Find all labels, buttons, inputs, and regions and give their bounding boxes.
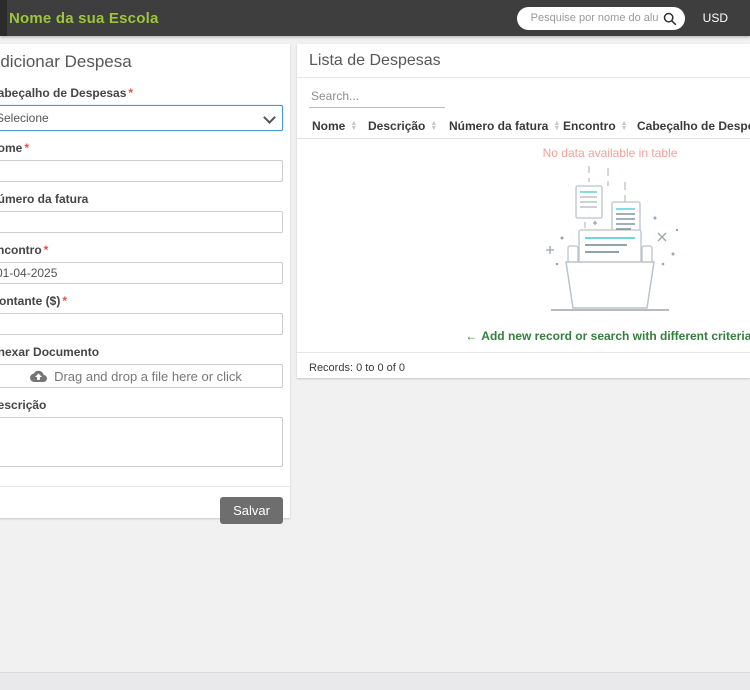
invoice-number-label: Número da fatura — [0, 192, 283, 206]
student-search-input[interactable] — [529, 11, 662, 25]
column-header-numero-da-fatura[interactable]: Número da fatura ▲▼ — [449, 119, 563, 133]
list-title: Lista de Despesas — [309, 52, 738, 70]
required-marker: * — [62, 294, 67, 308]
sort-icon: ▲▼ — [621, 121, 628, 131]
description-label: Descrição — [0, 398, 283, 412]
column-label: Nome — [312, 119, 345, 133]
file-dropzone[interactable]: Drag and drop a file here or click — [0, 364, 283, 388]
table-search-input[interactable] — [309, 87, 445, 108]
field-description: Descrição — [0, 398, 283, 472]
expense-head-label-text: Cabeçalho de Despesas — [0, 86, 126, 100]
column-label: Cabeçalho de Despesas — [637, 119, 750, 133]
column-header-encontro[interactable]: Encontro ▲▼ — [563, 119, 637, 133]
cloud-upload-icon — [30, 370, 47, 382]
column-label: Descrição — [368, 119, 425, 133]
column-label: Número da fatura — [449, 119, 548, 133]
save-button[interactable]: Salvar — [220, 497, 283, 524]
attach-document-label-text: Anexar Documento — [0, 345, 99, 359]
date-label-text: Encontro — [0, 243, 42, 257]
invoice-number-label-text: Número da fatura — [0, 192, 88, 206]
description-label-text: Descrição — [0, 398, 46, 412]
form-footer: Salvar — [0, 486, 290, 524]
expense-head-label: Cabeçalho de Despesas* — [0, 86, 283, 100]
field-amount: Montante ($)* — [0, 294, 283, 335]
field-invoice-number: Número da fatura — [0, 192, 283, 233]
date-input[interactable] — [0, 262, 283, 284]
search-icon[interactable] — [662, 11, 677, 26]
header-left-strip — [0, 0, 7, 36]
empty-tray-illustration — [535, 164, 685, 322]
field-date: Encontro* — [0, 243, 283, 284]
currency-selector[interactable]: USD — [703, 11, 728, 25]
header-right: USD — [517, 0, 750, 36]
column-header-cabecalho-de-despesas[interactable]: Cabeçalho de Despesas ▲▼ — [637, 119, 750, 133]
expense-list-panel: Lista de Despesas Nome ▲▼ Descrição ▲▼ N… — [297, 44, 750, 378]
required-marker: * — [128, 86, 133, 100]
invoice-number-input[interactable] — [0, 211, 283, 233]
column-header-nome[interactable]: Nome ▲▼ — [312, 119, 368, 133]
page-footer — [0, 672, 750, 690]
column-label: Encontro — [563, 119, 616, 133]
dropzone-text: Drag and drop a file here or click — [54, 369, 242, 384]
attach-document-label: Anexar Documento — [0, 345, 283, 359]
required-marker: * — [44, 243, 49, 257]
expense-head-select[interactable]: Selecione — [0, 105, 283, 131]
empty-hint-text: Add new record or search with different … — [481, 329, 750, 343]
field-attach-document: Anexar Documento Drag and drop a file he… — [0, 345, 283, 388]
app-header: Nome da sua Escola USD — [0, 0, 750, 36]
add-expense-panel: Adicionar Despesa Cabeçalho de Despesas*… — [0, 44, 290, 518]
records-summary: Records: 0 to 0 of 0 — [309, 362, 750, 374]
left-arrow-icon — [465, 329, 477, 343]
name-input[interactable] — [0, 160, 283, 182]
empty-state: No data available in table — [297, 146, 750, 343]
student-search-pill[interactable] — [517, 7, 685, 30]
name-label: Nome* — [0, 141, 283, 155]
amount-label-text: Montante ($) — [0, 294, 60, 308]
field-name: Nome* — [0, 141, 283, 182]
school-name: Nome da sua Escola — [9, 10, 159, 27]
date-label: Encontro* — [0, 243, 283, 257]
no-data-message: No data available in table — [297, 146, 750, 160]
table-header-row: Nome ▲▼ Descrição ▲▼ Número da fatura ▲▼… — [297, 114, 750, 139]
empty-hint: Add new record or search with different … — [297, 329, 750, 343]
sort-icon: ▲▼ — [553, 121, 560, 131]
field-expense-head: Cabeçalho de Despesas* Selecione — [0, 86, 283, 131]
amount-label: Montante ($)* — [0, 294, 283, 308]
sort-icon: ▲▼ — [430, 121, 437, 131]
sort-icon: ▲▼ — [350, 121, 357, 131]
name-label-text: Nome — [0, 141, 22, 155]
required-marker: * — [24, 141, 29, 155]
form-title: Adicionar Despesa — [0, 52, 283, 72]
column-header-descricao[interactable]: Descrição ▲▼ — [368, 119, 449, 133]
description-textarea[interactable] — [0, 417, 283, 467]
divider — [297, 352, 750, 353]
amount-input[interactable] — [0, 313, 283, 335]
divider — [297, 77, 750, 78]
